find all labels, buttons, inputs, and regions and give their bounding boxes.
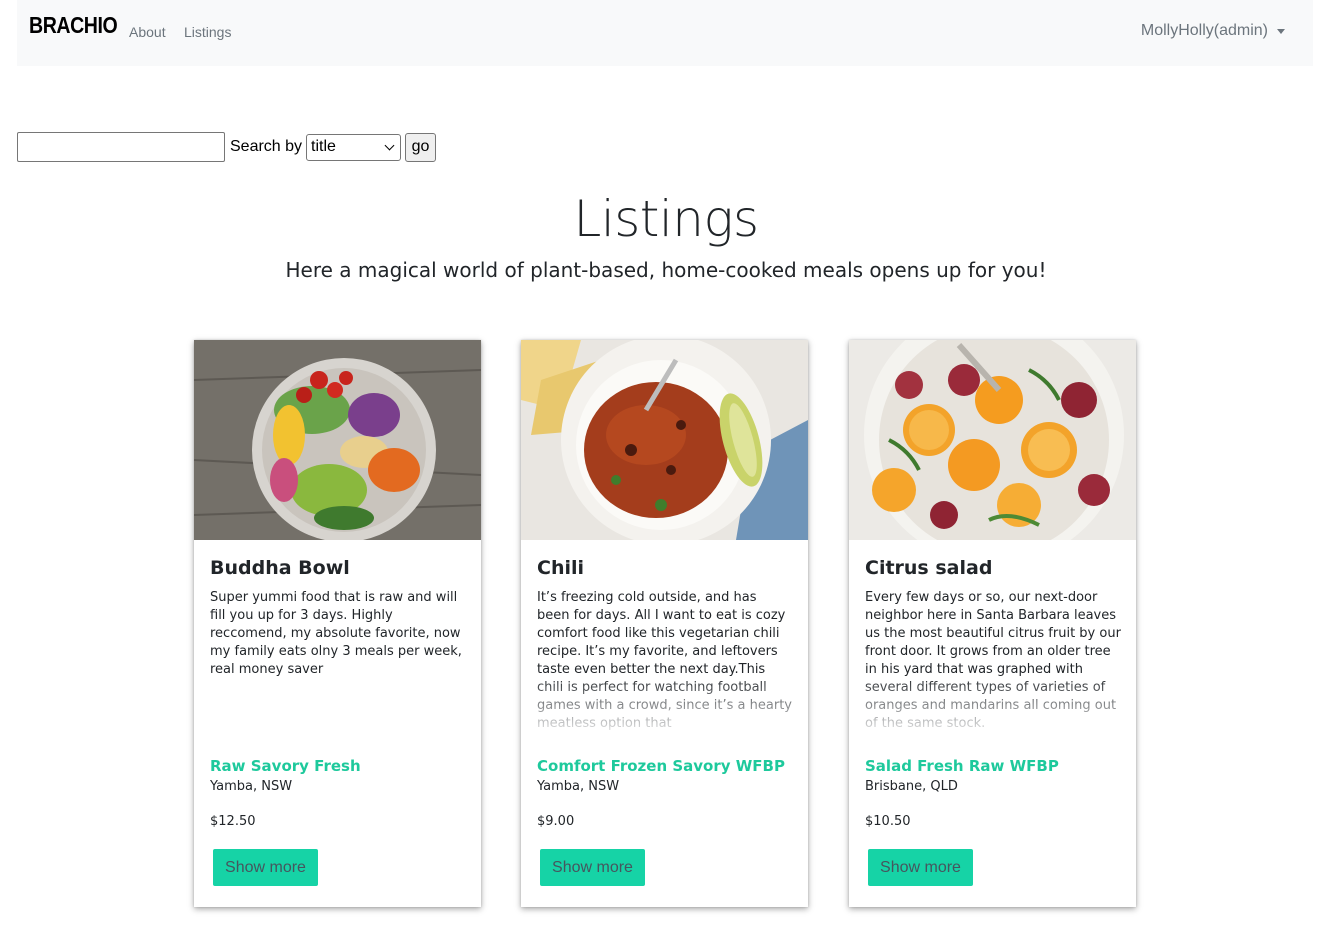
navbar: BRACHIO About Listings MollyHolly(admin)	[17, 0, 1313, 66]
card-location: Yamba, NSW	[210, 779, 293, 794]
chili-image	[521, 340, 808, 540]
show-more-button[interactable]: Show more	[213, 849, 318, 886]
nav-link-listings[interactable]: Listings	[184, 24, 231, 40]
caret-down-icon	[1277, 28, 1285, 34]
card-location: Brisbane, QLD	[865, 779, 958, 794]
card-location: Yamba, NSW	[537, 779, 620, 794]
card-title: Chili	[537, 557, 585, 579]
card-price: $12.50	[210, 814, 256, 829]
page-title: Listings	[573, 190, 759, 248]
buddha-bowl-image	[194, 340, 481, 540]
search-field-selected: title	[311, 138, 336, 155]
card-title: Buddha Bowl	[210, 557, 350, 579]
listing-card: Citrus salad Every few days or so, our n…	[849, 340, 1136, 907]
show-more-button[interactable]: Show more	[540, 849, 645, 886]
search-input[interactable]	[17, 132, 225, 162]
listing-card: Buddha Bowl Super yummi food that is raw…	[194, 340, 481, 907]
card-description: Super yummi food that is raw and will fi…	[210, 590, 462, 677]
brand-logo[interactable]: BRACHIO	[29, 12, 118, 39]
search-bar: Search by title go	[17, 132, 437, 162]
user-name: MollyHolly(admin)	[1140, 22, 1268, 39]
card-price: $10.50	[865, 814, 911, 829]
user-dropdown[interactable]: MollyHolly(admin)	[1141, 22, 1285, 40]
chevron-down-icon	[384, 140, 395, 150]
nav-link-about[interactable]: About	[129, 24, 166, 40]
card-tags: Salad Fresh Raw WFBP	[865, 757, 1059, 775]
listing-card: Chili It’s freezing cold outside, and ha…	[521, 340, 808, 907]
card-description: Every few days or so, our next-door neig…	[865, 590, 1121, 731]
go-button[interactable]: go	[405, 132, 437, 162]
search-by-label: Search by	[230, 138, 303, 155]
card-description: It’s freezing cold outside, and has been…	[537, 590, 792, 731]
card-tags: Raw Savory Fresh	[210, 757, 361, 775]
search-field-select[interactable]: title	[306, 133, 402, 161]
card-tags: Comfort Frozen Savory WFBP	[537, 757, 785, 775]
page-subtitle: Here a magical world of plant-based, hom…	[285, 258, 1047, 282]
card-price: $9.00	[537, 814, 575, 829]
card-title: Citrus salad	[865, 557, 993, 579]
citrus-salad-image	[849, 340, 1136, 540]
show-more-button[interactable]: Show more	[868, 849, 973, 886]
